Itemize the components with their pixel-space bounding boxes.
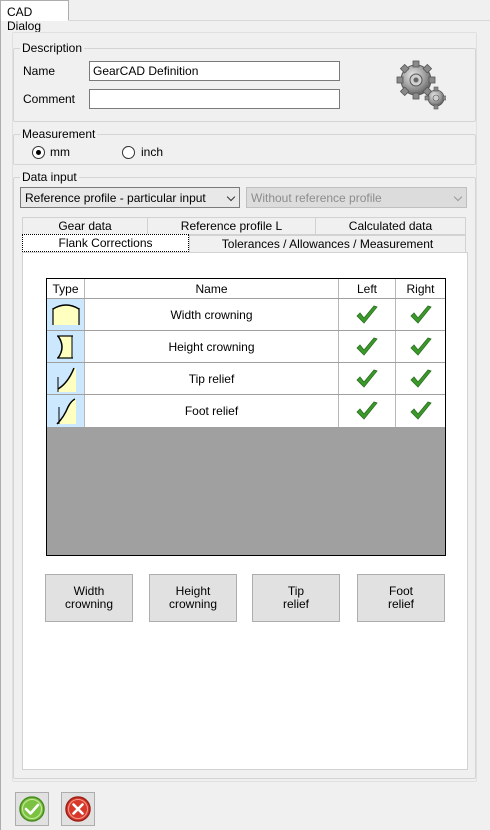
- check-icon: [409, 337, 432, 356]
- flank-corrections-grid: Type Name Left Right Width crowning Heig…: [46, 278, 446, 556]
- header-right: Right: [406, 281, 435, 296]
- table-row[interactable]: Tip relief: [47, 363, 445, 395]
- radio-mm[interactable]: [32, 146, 45, 159]
- check-icon: [356, 369, 378, 388]
- table-row[interactable]: Height crowning: [47, 331, 445, 363]
- table-row[interactable]: Foot relief: [47, 395, 445, 427]
- cancel-x-icon: [65, 796, 91, 822]
- row-right-cell[interactable]: [396, 363, 445, 394]
- description-group-title: Description: [20, 41, 85, 55]
- row-name: Height crowning: [85, 331, 339, 362]
- ok-check-icon: [19, 796, 45, 822]
- tip-relief-button[interactable]: Tip relief: [252, 574, 340, 622]
- check-icon: [409, 401, 432, 420]
- tip-relief-icon: [57, 367, 76, 392]
- table-row[interactable]: Width crowning: [47, 299, 445, 331]
- reference-select[interactable]: Without reference profile: [246, 187, 467, 208]
- row-left-cell[interactable]: [339, 331, 396, 362]
- row-left-cell[interactable]: [339, 299, 396, 330]
- row-right-cell[interactable]: [396, 395, 445, 427]
- header-name: Name: [85, 279, 339, 298]
- data-input-group-title: Data input: [20, 170, 79, 184]
- ok-button[interactable]: [15, 792, 49, 826]
- tab-gear-data[interactable]: Gear data: [22, 217, 148, 235]
- reference-select-value: Without reference profile: [251, 191, 382, 205]
- type-cell: [47, 395, 85, 427]
- comment-field[interactable]: [89, 89, 340, 109]
- foot-relief-button[interactable]: Foot relief: [357, 574, 445, 622]
- height-crowning-button[interactable]: Height crowning: [149, 574, 237, 622]
- row-right-cell[interactable]: [396, 299, 445, 330]
- profile-select-value: Reference profile - particular input: [25, 191, 206, 205]
- foot-relief-icon: [55, 398, 76, 425]
- type-cell: [47, 363, 85, 394]
- radio-inch-label: inch: [141, 145, 164, 159]
- profile-select[interactable]: Reference profile - particular input: [20, 187, 240, 208]
- grid-header: Type Name Left Right: [47, 279, 445, 299]
- width-crowning-icon: [51, 303, 80, 325]
- height-crowning-icon: [56, 334, 73, 359]
- row-name: Width crowning: [85, 299, 339, 330]
- header-type: Type: [47, 279, 85, 298]
- tab-tolerances[interactable]: Tolerances / Allowances / Measurement: [189, 235, 466, 253]
- check-icon: [409, 369, 432, 388]
- radio-mm-label: mm: [50, 145, 70, 159]
- type-cell: [47, 331, 85, 362]
- header-left: Left: [339, 279, 396, 298]
- chevron-down-icon: [453, 192, 463, 202]
- tab-calculated-data[interactable]: Calculated data: [315, 217, 466, 235]
- row-left-cell[interactable]: [339, 395, 396, 427]
- row-right-cell[interactable]: [396, 331, 445, 362]
- window-tab[interactable]: CAD Dialog: [0, 0, 69, 33]
- tab-flank-corrections[interactable]: Flank Corrections: [22, 234, 189, 252]
- width-crowning-button[interactable]: Width crowning: [45, 574, 133, 622]
- chevron-down-icon: [226, 192, 236, 202]
- row-name: Foot relief: [85, 395, 339, 427]
- check-icon: [409, 305, 432, 324]
- radio-inch[interactable]: [122, 146, 135, 159]
- row-left-cell[interactable]: [339, 363, 396, 394]
- comment-label: Comment: [23, 92, 76, 106]
- check-icon: [356, 401, 378, 420]
- name-field[interactable]: GearCAD Definition: [89, 61, 340, 81]
- check-icon: [356, 337, 378, 356]
- gears-icon: [396, 60, 446, 110]
- tab-reference-profile[interactable]: Reference profile L: [147, 217, 316, 235]
- check-icon: [356, 305, 378, 324]
- row-name: Tip relief: [85, 363, 339, 394]
- measurement-group-title: Measurement: [20, 127, 98, 141]
- type-cell: [47, 299, 85, 330]
- name-label: Name: [23, 64, 56, 78]
- cancel-button[interactable]: [61, 792, 95, 826]
